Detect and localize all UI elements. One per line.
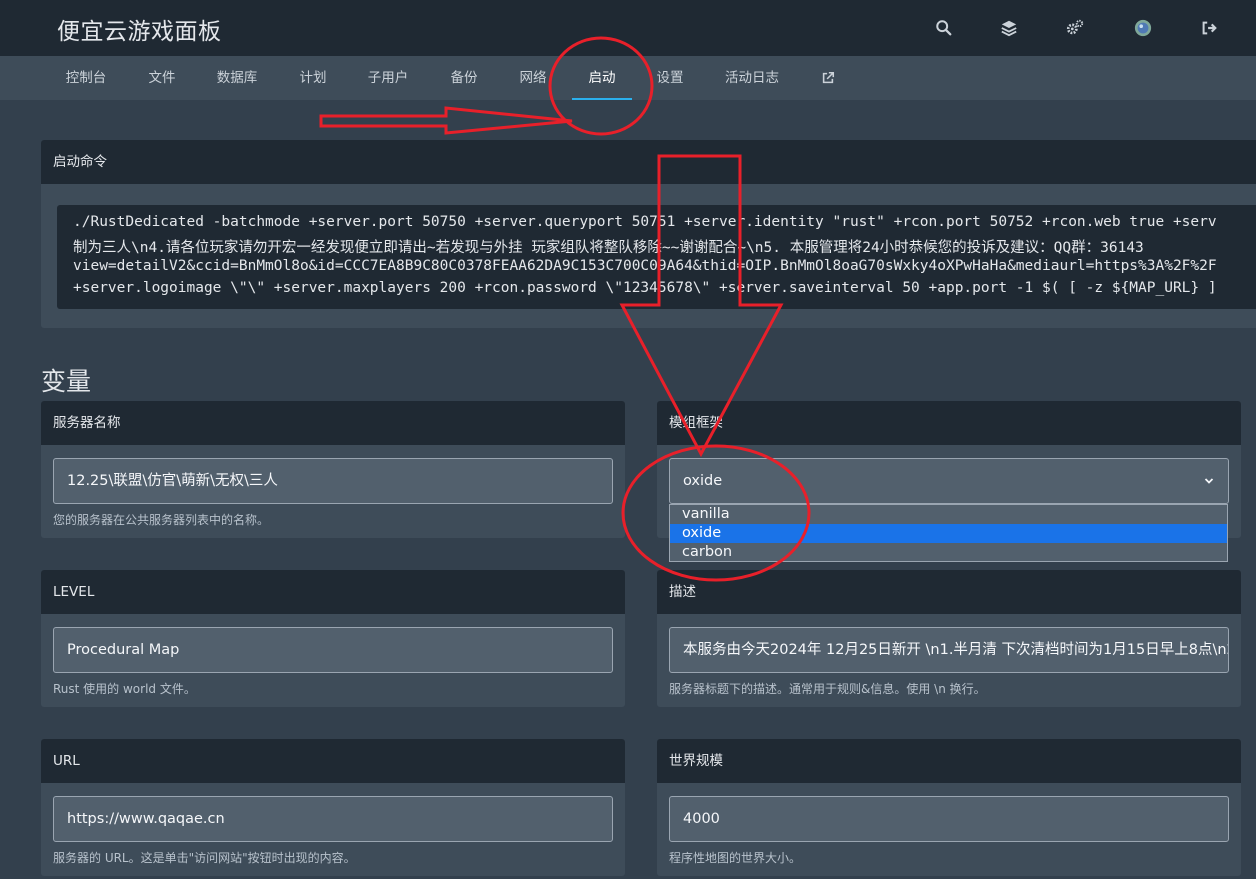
annotation-arrow-right — [319, 106, 573, 135]
description-label: 描述 — [657, 570, 1241, 614]
url-help: 服务器的 URL。这是单击"访问网站"按钮时出现的内容。 — [53, 851, 356, 865]
app-title[interactable]: 便宜云游戏面板 — [57, 12, 222, 46]
tab-databases[interactable]: 数据库 — [207, 56, 267, 100]
tab-settings[interactable]: 设置 — [646, 56, 694, 100]
tab-console[interactable]: 控制台 — [56, 56, 116, 100]
description-panel: 描述 本服务由今天2024年 12月25日新开 \n1.半月清 下次清档时间为1… — [657, 570, 1241, 707]
tab-activity-log[interactable]: 活动日志 — [716, 56, 788, 100]
framework-options: vanilla oxide carbon — [669, 504, 1228, 562]
startup-command-line: view=detailV2&ccid=BnMmOl8o&id=CCC7EA8B9… — [73, 258, 1217, 274]
framework-option-oxide[interactable]: oxide — [670, 524, 1227, 543]
server-name-help: 您的服务器在公共服务器列表中的名称。 — [53, 513, 270, 527]
level-input[interactable]: Procedural Map — [53, 627, 613, 673]
tab-users[interactable]: 子用户 — [357, 56, 419, 100]
tab-files[interactable]: 文件 — [138, 56, 186, 100]
startup-command-line: 制为三人\n4.请各位玩家请勿开宏一经发现便立即请出~若发现与外挂 玩家组队将整… — [73, 240, 1144, 256]
cogs-icon[interactable] — [1065, 18, 1085, 38]
framework-label: 模组框架 — [657, 401, 1241, 445]
startup-command-box: ./RustDedicated -batchmode +server.port … — [57, 205, 1256, 309]
variables-title: 变量 — [41, 367, 92, 396]
top-bar: 便宜云游戏面板 — [0, 0, 1256, 56]
tab-schedules[interactable]: 计划 — [290, 56, 336, 100]
world-size-label: 世界规模 — [657, 739, 1241, 783]
level-panel: LEVEL Procedural Map Rust 使用的 world 文件。 — [41, 570, 625, 707]
avatar[interactable] — [1133, 18, 1153, 38]
tab-backups[interactable]: 备份 — [440, 56, 488, 100]
description-input[interactable]: 本服务由今天2024年 12月25日新开 \n1.半月清 下次清档时间为1月15… — [669, 627, 1229, 673]
server-name-input[interactable]: 12.25\联盟\仿官\萌新\无权\三人 — [53, 458, 613, 504]
level-help: Rust 使用的 world 文件。 — [53, 682, 196, 696]
server-name-panel: 服务器名称 12.25\联盟\仿官\萌新\无权\三人 您的服务器在公共服务器列表… — [41, 401, 625, 538]
layers-icon[interactable] — [999, 18, 1019, 38]
level-label: LEVEL — [41, 570, 625, 614]
framework-select[interactable]: oxide — [669, 458, 1229, 504]
world-size-input[interactable]: 4000 — [669, 796, 1229, 842]
url-panel: URL https://www.qaqae.cn 服务器的 URL。这是单击"访… — [41, 739, 625, 876]
tab-network[interactable]: 网络 — [509, 56, 557, 100]
url-input[interactable]: https://www.qaqae.cn — [53, 796, 613, 842]
startup-command-line: ./RustDedicated -batchmode +server.port … — [73, 214, 1217, 230]
description-help: 服务器标题下的描述。通常用于规则&信息。使用 \n 换行。 — [669, 682, 986, 696]
framework-option-vanilla[interactable]: vanilla — [670, 505, 1227, 524]
sign-out-icon[interactable] — [1199, 18, 1219, 38]
tab-startup[interactable]: 启动 — [572, 56, 632, 100]
world-size-help: 程序性地图的世界大小。 — [669, 851, 802, 865]
framework-selected-value: oxide — [683, 473, 723, 489]
world-size-panel: 世界规模 4000 程序性地图的世界大小。 — [657, 739, 1241, 876]
external-link-icon[interactable] — [816, 56, 840, 100]
startup-command-header: 启动命令 — [41, 140, 1256, 184]
url-label: URL — [41, 739, 625, 783]
framework-option-carbon[interactable]: carbon — [670, 543, 1227, 562]
sub-navigation: 控制台 文件 数据库 计划 子用户 备份 网络 启动 设置 活动日志 — [0, 56, 1256, 100]
chevron-down-icon — [1204, 478, 1214, 484]
server-name-label: 服务器名称 — [41, 401, 625, 445]
search-icon[interactable] — [934, 18, 954, 38]
startup-command-line: +server.logoimage \"\" +server.maxplayer… — [73, 280, 1217, 296]
